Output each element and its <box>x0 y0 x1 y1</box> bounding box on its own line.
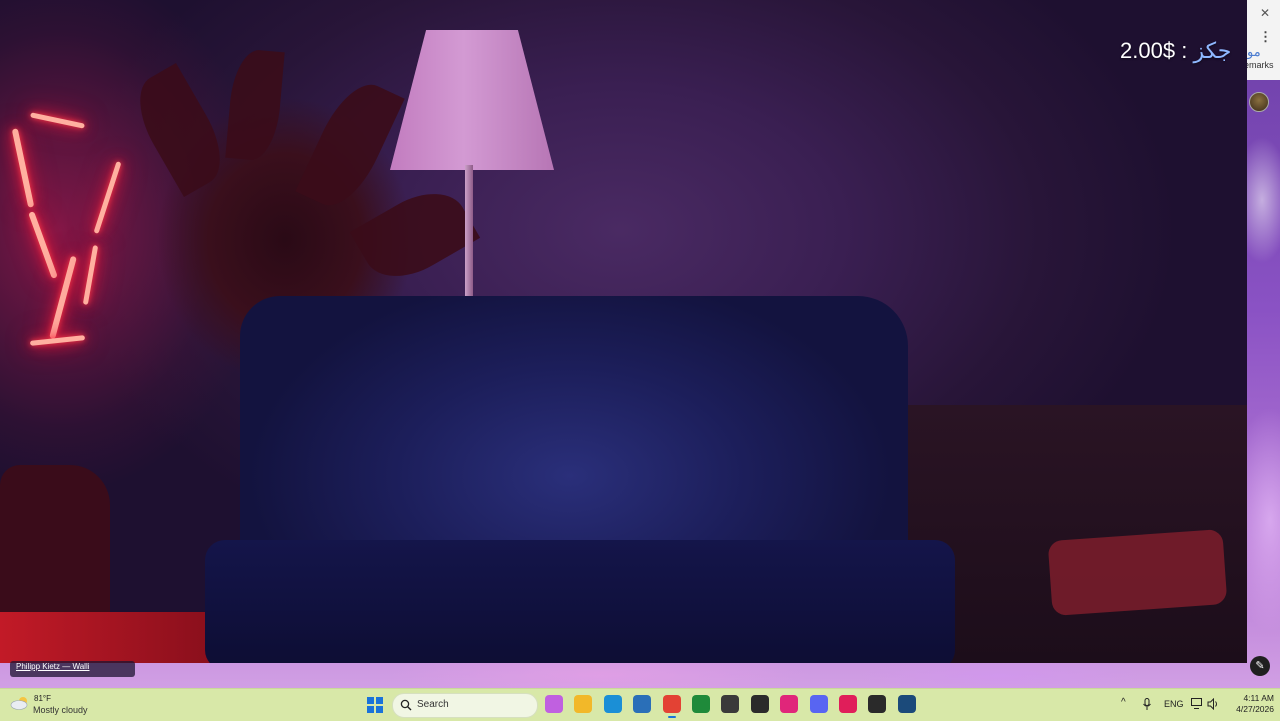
lamp-pole <box>465 165 473 300</box>
close-icon[interactable]: ✕ <box>1255 3 1275 23</box>
wallpaper-credit-link[interactable]: Philipp Kietz — Walli <box>16 661 90 673</box>
file-explorer-icon[interactable] <box>574 695 593 713</box>
discord-icon[interactable] <box>809 695 828 713</box>
show-hidden-icons[interactable]: ^ <box>1121 697 1126 708</box>
iptv-icon[interactable] <box>780 695 799 713</box>
armchair-seat <box>205 540 955 663</box>
floor-red <box>0 612 210 663</box>
overlay-separator: : <box>1181 38 1188 63</box>
search-icon <box>400 699 412 711</box>
edit-pencil-icon[interactable]: ✎ <box>1250 656 1270 676</box>
system-clock[interactable]: 4:11 AM 4/27/2026 <box>1224 693 1274 715</box>
usb-drive-icon[interactable] <box>750 695 769 713</box>
obs-icon[interactable] <box>868 695 887 713</box>
start-button[interactable] <box>367 697 383 713</box>
chrome-icon[interactable] <box>662 695 681 718</box>
weather-widget[interactable]: 81°F Mostly cloudy <box>10 692 120 718</box>
clock-date: 4/27/2026 <box>1236 704 1274 714</box>
browser-side-strip: ✕ ⋮ مو emarks <box>1247 0 1280 80</box>
wallpaper-credit[interactable]: Philipp Kietz — Walli <box>10 661 135 677</box>
bookmarks-link[interactable]: emarks <box>1247 60 1280 70</box>
microphone-icon[interactable] <box>1142 698 1152 711</box>
volume-icon[interactable] <box>1207 698 1220 710</box>
search-placeholder: Search <box>417 699 449 710</box>
weather-temperature: 81°F <box>34 694 51 703</box>
more-options-icon[interactable]: ⋮ <box>1259 30 1272 43</box>
gamepad-icon[interactable] <box>721 695 740 713</box>
donation-overlay: 2.00$ : جكز <box>1120 36 1231 66</box>
edge-icon[interactable] <box>603 695 622 713</box>
cloud-sun-icon <box>10 697 28 710</box>
tab-title-partial: مو <box>1247 44 1261 59</box>
tiktok-icon[interactable] <box>839 695 857 713</box>
taskbar-search[interactable]: Search <box>392 693 538 718</box>
donation-amount: 2.00$ <box>1120 38 1176 63</box>
weather-condition: Mostly cloudy <box>33 705 88 715</box>
xbox-icon[interactable] <box>692 695 710 713</box>
language-indicator[interactable]: ENG <box>1164 699 1184 709</box>
donation-label: جكز <box>1193 38 1232 63</box>
clock-time: 4:11 AM <box>1243 693 1274 703</box>
copilot-icon[interactable] <box>545 695 563 713</box>
pillow <box>1047 528 1228 617</box>
taskbar: 81°F Mostly cloudy Search ^ ENG 4:11 AM … <box>0 688 1280 721</box>
network-icon[interactable] <box>1191 698 1204 710</box>
steam-icon[interactable] <box>897 695 916 713</box>
store-icon[interactable] <box>633 695 652 713</box>
chair <box>0 465 110 615</box>
video-window[interactable] <box>0 0 1247 663</box>
avatar[interactable] <box>1249 92 1269 112</box>
